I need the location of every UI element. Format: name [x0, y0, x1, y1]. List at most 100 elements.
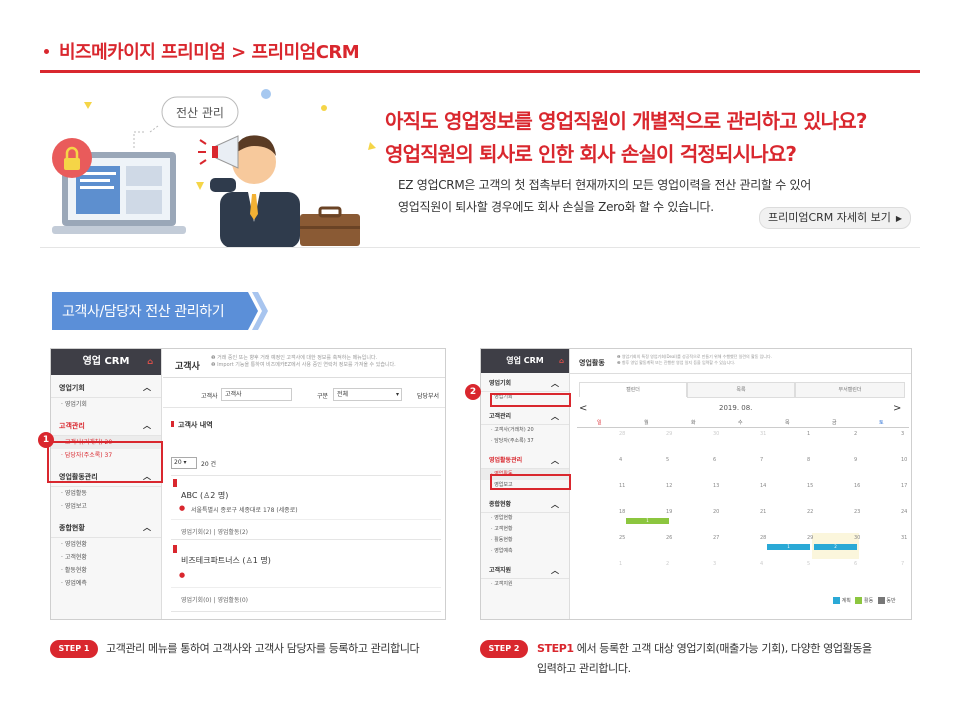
step2-text: STEP1 에서 등록한 고객 대상 영업기회(매출가능 기회), 다양한 영업…: [537, 642, 872, 675]
page-size-unit: 20 건: [201, 461, 217, 468]
menu-item-sales-status[interactable]: · 영업현황: [51, 538, 161, 551]
calendar-day[interactable]: 27: [713, 535, 719, 541]
calendar-day[interactable]: 2: [666, 561, 669, 567]
company-name[interactable]: ABC (♙2 명): [181, 490, 228, 501]
button-label: 프리미엄CRM 자세히 보기: [767, 211, 891, 224]
calendar-day[interactable]: 9: [854, 457, 857, 463]
page-notice: ❶ 영업기회의 특정 영업기회(Deal)를 성공적으로 만들기 위해 수행했던…: [617, 354, 772, 365]
menu-group-activity[interactable]: 영업활동관리 ︿: [481, 453, 569, 469]
calendar-day[interactable]: 4: [619, 457, 622, 463]
calendar-legend: 계획 활동 동반: [833, 597, 896, 604]
page-size-select[interactable]: 20 ▾: [171, 457, 197, 469]
calendar-day[interactable]: 5: [666, 457, 669, 463]
calendar-day[interactable]: 7: [760, 457, 763, 463]
calendar-day[interactable]: 8: [807, 457, 810, 463]
next-month-button[interactable]: >: [893, 403, 901, 414]
page-title: 영업활동: [579, 359, 605, 367]
calendar-day[interactable]: 26: [666, 535, 672, 541]
headline-line-2: 영업직원의 퇴사로 인한 회사 손실이 걱정되시나요?: [385, 142, 797, 166]
calendar-event[interactable]: 1: [767, 544, 810, 550]
calendar-day[interactable]: 1: [619, 561, 622, 567]
calendar-event[interactable]: 2: [814, 544, 857, 550]
prev-month-button[interactable]: <: [579, 403, 587, 414]
chevron-up-icon: ︿: [551, 500, 559, 509]
menu-item-activity-status[interactable]: · 활동현황: [481, 535, 569, 546]
calendar-day[interactable]: 21: [760, 509, 766, 515]
menu-group-customer[interactable]: 고객관리 ︿: [481, 409, 569, 425]
calendar-day[interactable]: 28: [619, 431, 625, 437]
calendar-day[interactable]: 22: [807, 509, 813, 515]
calendar-day[interactable]: 2: [854, 431, 857, 437]
calendar-day[interactable]: 23: [854, 509, 860, 515]
menu-item-customer-status[interactable]: · 고객현황: [51, 551, 161, 564]
calendar-day[interactable]: 20: [713, 509, 719, 515]
person-icon: ♙: [245, 556, 253, 565]
company-meta[interactable]: 영업기회(2) | 영업활동(2): [181, 527, 248, 536]
calendar-day[interactable]: 3: [901, 431, 904, 437]
tab-calendar[interactable]: 캘린더: [579, 382, 687, 397]
calendar-day[interactable]: 16: [854, 483, 860, 489]
calendar-day[interactable]: 17: [901, 483, 907, 489]
location-pin-icon: ●: [179, 571, 186, 579]
manager-label: 담당부서: [417, 393, 440, 400]
calendar-day[interactable]: 3: [713, 561, 716, 567]
calendar-day[interactable]: 30: [713, 431, 719, 437]
calendar-day[interactable]: 19: [666, 509, 672, 515]
weekday-label: 월: [644, 420, 649, 426]
calendar-day[interactable]: 11: [619, 483, 625, 489]
calendar-day[interactable]: 6: [713, 457, 716, 463]
menu-item-opportunity[interactable]: · 영업기회: [51, 398, 161, 411]
calendar-day[interactable]: 7: [901, 561, 904, 567]
tab-dept-calendar[interactable]: 부서캘린더: [795, 382, 905, 398]
company-name[interactable]: 비즈테크파트너스 (♙1 명): [181, 555, 271, 566]
menu-item-activity-status[interactable]: · 활동현황: [51, 564, 161, 577]
calendar-event[interactable]: 1: [626, 518, 669, 524]
calendar-day[interactable]: 24: [901, 509, 907, 515]
calendar-day[interactable]: 30: [854, 535, 860, 541]
menu-group-customer[interactable]: 고객관리 ︿: [51, 417, 161, 436]
menu-group-status[interactable]: 종합현황 ︿: [481, 497, 569, 513]
premium-crm-detail-button[interactable]: 프리미엄CRM 자세히 보기 ▶: [759, 207, 911, 229]
page-notice: ❶ 거래 중인 또는 향후 거래 예정인 고객사에 대한 정보를 축적하는 메뉴…: [211, 355, 396, 368]
menu-group-support[interactable]: 고객지원 ︿: [481, 563, 569, 579]
calendar-day[interactable]: 12: [666, 483, 672, 489]
menu-item-contact[interactable]: · 담당자(주소록) 37: [481, 436, 569, 447]
calendar-day[interactable]: 1: [807, 431, 810, 437]
calendar-day[interactable]: 31: [760, 431, 766, 437]
menu-item-forecast[interactable]: · 영업예측: [51, 577, 161, 590]
calendar-tabs: 캘린더 목록 부서캘린더: [579, 382, 905, 398]
calendar-day[interactable]: 15: [807, 483, 813, 489]
calendar-day[interactable]: 28: [760, 535, 766, 541]
step1-label: STEP 1: [50, 640, 98, 658]
type-select[interactable]: 전체 ▾: [333, 388, 402, 401]
menu-item-sales-status[interactable]: · 영업현황: [481, 513, 569, 524]
calendar-day[interactable]: 14: [760, 483, 766, 489]
calendar-day[interactable]: 18: [619, 509, 625, 515]
calendar-day[interactable]: 13: [713, 483, 719, 489]
calendar-day[interactable]: 4: [760, 561, 763, 567]
calendar-day[interactable]: 25: [619, 535, 625, 541]
tab-list[interactable]: 목록: [687, 382, 795, 398]
menu-item-support[interactable]: · 고객지원: [481, 579, 569, 590]
calendar-day[interactable]: 31: [901, 535, 907, 541]
sidebar-header: 영업 CRM ⌂: [51, 349, 161, 375]
calendar-day[interactable]: 29: [666, 431, 672, 437]
company-meta[interactable]: 영업기회(0) | 영업활동(0): [181, 595, 248, 604]
menu-item-customer-status[interactable]: · 고객현황: [481, 524, 569, 535]
menu-group-opportunity[interactable]: 영업기회 ︿: [481, 376, 569, 392]
menu-item-company[interactable]: · 고객사(거래처) 20: [481, 425, 569, 436]
menu-item-report[interactable]: · 영업보고: [51, 500, 161, 513]
calendar-day[interactable]: 5: [807, 561, 810, 567]
calendar-day[interactable]: 10: [901, 457, 907, 463]
hero-headline: 아직도 영업정보를 영업직원이 개별적으로 관리하고 있나요? 영업직원의 퇴사…: [385, 105, 867, 171]
calendar-day[interactable]: 6: [854, 561, 857, 567]
calendar-grid[interactable]: 일 월 화 수 목 금 토 28 29 30 31 1 2 3 4 5 6 7 8 9 10 11 12 13 14 15 16 17…: [577, 419, 909, 579]
menu-item-forecast[interactable]: · 영업예측: [481, 546, 569, 557]
menu-group-opportunity[interactable]: 영업기회 ︿: [51, 379, 161, 398]
company-search-input[interactable]: 고객사: [221, 388, 292, 401]
menu-group-status[interactable]: 종합현황 ︿: [51, 519, 161, 538]
hero-illustration: 전산 관리: [52, 89, 376, 248]
menu-item-activity[interactable]: · 영업활동: [51, 487, 161, 500]
calendar-day[interactable]: 29: [807, 535, 813, 541]
step2-label: STEP 2: [480, 640, 528, 658]
